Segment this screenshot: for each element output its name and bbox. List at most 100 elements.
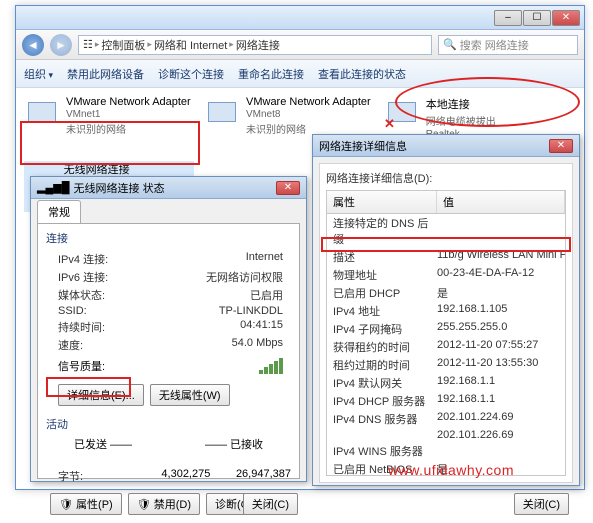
status-row: IPv4 连接:Internet	[46, 250, 291, 268]
detail-value: 192.168.1.1	[437, 375, 565, 391]
details-row: IPv4 DHCP 服务器192.168.1.1	[327, 392, 565, 410]
col-property[interactable]: 属性	[327, 191, 437, 213]
row-value: 54.0 Mbps	[158, 337, 291, 353]
col-value[interactable]: 值	[437, 191, 565, 213]
details-row: 202.101.226.69	[327, 428, 565, 442]
search-input[interactable]: 🔍 搜索 网络连接	[438, 35, 578, 55]
detail-key: 物理地址	[327, 267, 437, 283]
breadcrumb-item[interactable]: 控制面板	[101, 37, 145, 53]
breadcrumb-icon: ☷	[83, 38, 93, 51]
details-body: 网络连接详细信息(D): 属性 值 连接特定的 DNS 后缀描述11b/g Wi…	[319, 163, 573, 483]
details-button[interactable]: 详细信息(E)...	[58, 384, 144, 406]
detail-key	[327, 429, 437, 441]
nav-bar: ◄ ► ☷ ▸ 控制面板 ▸ 网络和 Internet ▸ 网络连接 🔍 搜索 …	[16, 30, 584, 60]
bytes-recv: 26,947,387	[210, 468, 291, 484]
details-row: 物理地址00-23-4E-DA-FA-12	[327, 266, 565, 284]
status-body: 连接 IPv4 连接:InternetIPv6 连接:无网络访问权限媒体状态:已…	[37, 223, 300, 479]
adapter-name: 本地连接	[426, 96, 554, 112]
tab-strip: 常规	[31, 199, 306, 223]
breadcrumb[interactable]: ☷ ▸ 控制面板 ▸ 网络和 Internet ▸ 网络连接	[78, 35, 432, 55]
adapter-sub: VMnet8	[246, 109, 371, 120]
details-close-button[interactable]: ✕	[549, 139, 573, 153]
detail-value: 255.255.255.0	[437, 321, 565, 337]
disable-button[interactable]: 🛡 禁用(D)	[128, 493, 200, 515]
detail-key: IPv4 DHCP 服务器	[327, 393, 437, 409]
detail-value	[437, 215, 565, 247]
minimize-button[interactable]: –	[494, 10, 522, 26]
detail-key: IPv4 DNS 服务器	[327, 411, 437, 427]
toolbar-diagnose[interactable]: 诊断这个连接	[158, 66, 224, 82]
detail-key: 连接特定的 DNS 后缀	[327, 215, 437, 247]
status-close-footer-button[interactable]: 关闭(C)	[243, 493, 298, 515]
details-row: IPv4 子网掩码255.255.255.0	[327, 320, 565, 338]
detail-value: 2012-11-20 13:55:30	[437, 357, 565, 373]
adapter-vmnet1[interactable]: VMware Network Adapter VMnet1 未识别的网络	[24, 96, 194, 151]
titlebar: – ☐ ✕	[16, 6, 584, 30]
row-value: 无网络访问权限	[158, 269, 291, 285]
details-row: 租约过期的时间2012-11-20 13:55:30	[327, 356, 565, 374]
detail-value: 2012-11-20 07:55:27	[437, 339, 565, 355]
detail-value: 是	[437, 285, 565, 301]
status-row: SSID:TP-LINKDDL	[46, 304, 291, 318]
toolbar-rename[interactable]: 重命名此连接	[238, 66, 304, 82]
signal-quality-row: 信号质量:	[46, 354, 291, 378]
row-key: SSID:	[58, 305, 158, 317]
detail-key: IPv4 子网掩码	[327, 321, 437, 337]
row-key: 媒体状态:	[58, 287, 158, 303]
bytes-label: 字节:	[58, 468, 148, 484]
network-icon	[24, 96, 60, 132]
details-label: 网络连接详细信息(D):	[326, 170, 566, 186]
detail-value: 192.168.1.1	[437, 393, 565, 409]
status-row: 持续时间:04:41:15	[46, 318, 291, 336]
watermark: www.ufidawhy.com	[388, 462, 514, 478]
activity-icon	[149, 436, 189, 464]
detail-key: 已启用 DHCP	[327, 285, 437, 301]
signal-label: 信号质量:	[58, 358, 158, 374]
status-titlebar: ▂▄▆█ 无线网络连接 状态 ✕	[31, 177, 306, 199]
details-close-footer-button[interactable]: 关闭(C)	[514, 493, 569, 515]
row-key: IPv4 连接:	[58, 251, 158, 267]
breadcrumb-item[interactable]: 网络连接	[236, 37, 280, 53]
row-value: 04:41:15	[158, 319, 291, 335]
toolbar-disable[interactable]: 禁用此网络设备	[67, 66, 144, 82]
adapter-name: VMware Network Adapter	[66, 96, 191, 108]
toolbar: 组织 禁用此网络设备 诊断这个连接 重命名此连接 查看此连接的状态	[16, 60, 584, 88]
network-icon	[204, 96, 240, 132]
details-row: IPv4 DNS 服务器202.101.224.69	[327, 410, 565, 428]
row-key: 持续时间:	[58, 319, 158, 335]
adapter-sub: VMnet1	[66, 109, 191, 120]
details-row: IPv4 地址192.168.1.105	[327, 302, 565, 320]
details-row: IPv4 默认网关192.168.1.1	[327, 374, 565, 392]
sent-label: 已发送 ——	[58, 436, 148, 464]
maximize-button[interactable]: ☐	[523, 10, 551, 26]
back-button[interactable]: ◄	[22, 34, 44, 56]
tab-general[interactable]: 常规	[37, 200, 81, 223]
adapter-sub: 未识别的网络	[66, 121, 191, 136]
toolbar-status[interactable]: 查看此连接的状态	[318, 66, 406, 82]
wireless-props-button[interactable]: 无线属性(W)	[150, 384, 230, 406]
forward-button[interactable]: ►	[50, 34, 72, 56]
details-titlebar: 网络连接详细信息 ✕	[313, 135, 579, 157]
network-disconnected-icon: ✕	[384, 96, 420, 132]
breadcrumb-item[interactable]: 网络和 Internet	[154, 37, 227, 53]
row-value: TP-LINKDDL	[158, 305, 291, 317]
status-row: IPv6 连接:无网络访问权限	[46, 268, 291, 286]
detail-key: IPv4 地址	[327, 303, 437, 319]
row-key: 速度:	[58, 337, 158, 353]
detail-value: 192.168.1.105	[437, 303, 565, 319]
detail-key: 描述	[327, 249, 437, 265]
search-placeholder: 搜索 网络连接	[460, 37, 529, 53]
detail-value: 11b/g Wireless LAN Mini PCI Ex	[437, 249, 565, 265]
row-value: 已启用	[158, 287, 291, 303]
close-button[interactable]: ✕	[552, 10, 580, 26]
detail-value: 202.101.226.69	[437, 429, 565, 441]
detail-key: 租约过期的时间	[327, 357, 437, 373]
status-close-button[interactable]: ✕	[276, 181, 300, 195]
status-title: 无线网络连接 状态	[74, 180, 276, 196]
details-row: 描述11b/g Wireless LAN Mini PCI Ex	[327, 248, 565, 266]
recv-label: —— 已接收	[189, 436, 279, 464]
bytes-sent: 4,302,275	[148, 468, 211, 484]
details-row: 获得租约的时间2012-11-20 07:55:27	[327, 338, 565, 356]
toolbar-organize[interactable]: 组织	[24, 66, 53, 82]
properties-button[interactable]: 🛡 属性(P)	[50, 493, 122, 515]
